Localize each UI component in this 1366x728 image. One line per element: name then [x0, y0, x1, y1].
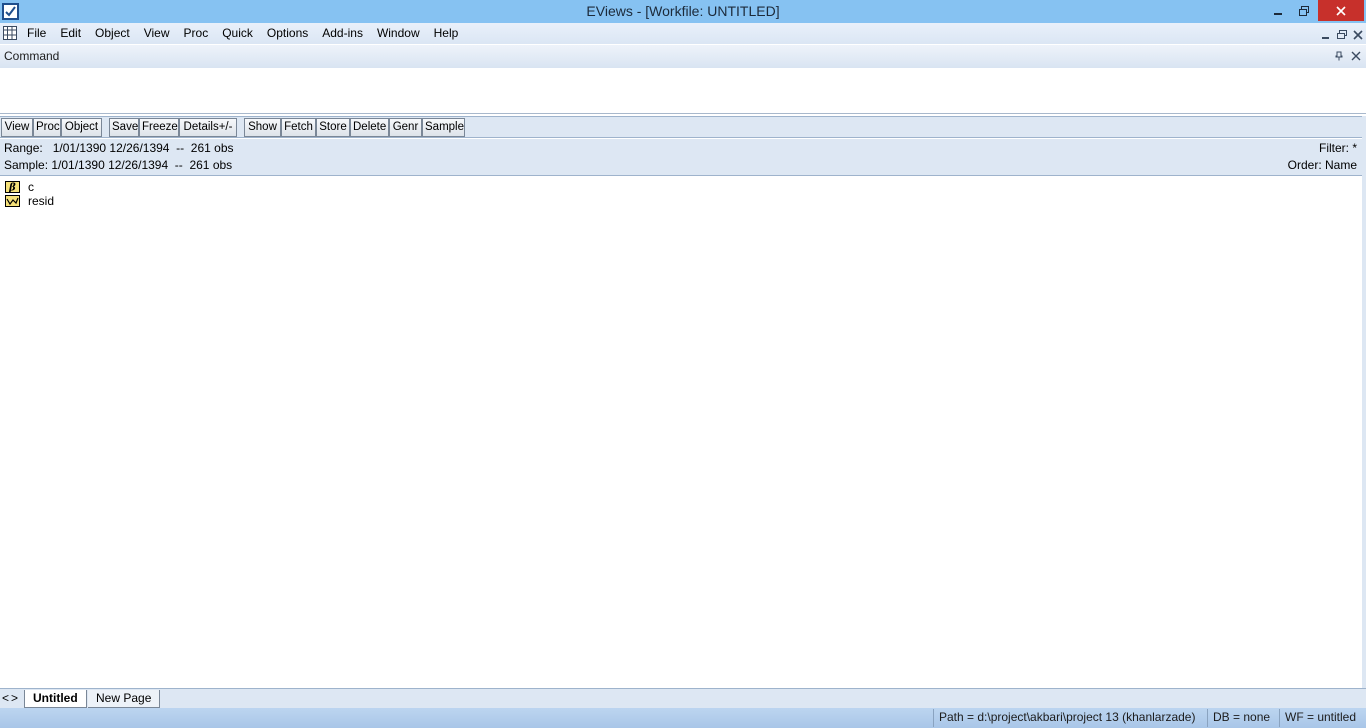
- menu-quick[interactable]: Quick: [215, 23, 260, 44]
- minimize-button[interactable]: [1264, 0, 1292, 21]
- workfile-info: Range: 1/01/1390 12/26/1394 -- 261 obs S…: [0, 139, 1362, 176]
- range-text[interactable]: Range: 1/01/1390 12/26/1394 -- 261 obs: [4, 141, 234, 155]
- close-button[interactable]: [1318, 0, 1364, 21]
- store-button[interactable]: Store: [316, 118, 350, 137]
- object-button[interactable]: Object: [61, 118, 102, 137]
- tab-scroll-arrows[interactable]: <>: [2, 691, 20, 705]
- filter-text[interactable]: Filter: *: [1319, 141, 1357, 155]
- list-item-resid[interactable]: resid: [5, 194, 54, 208]
- menu-help[interactable]: Help: [427, 23, 466, 44]
- details-button[interactable]: Details+/-: [179, 118, 237, 137]
- pin-icon[interactable]: [1334, 51, 1344, 61]
- title-bar: EViews - [Workfile: UNTITLED]: [0, 0, 1366, 23]
- close-icon: [1336, 5, 1346, 16]
- order-text[interactable]: Order: Name: [1288, 158, 1357, 172]
- window-edge: [1362, 116, 1366, 688]
- proc-button[interactable]: Proc: [33, 118, 61, 137]
- child-restore-icon[interactable]: [1336, 29, 1348, 41]
- object-name: resid: [28, 194, 55, 208]
- command-pane-header: Command: [0, 45, 1366, 68]
- status-wf: WF = untitled: [1279, 709, 1361, 727]
- freeze-button[interactable]: Freeze: [139, 118, 179, 137]
- child-minimize-icon[interactable]: [1320, 29, 1332, 41]
- window-title: EViews - [Workfile: UNTITLED]: [586, 3, 780, 19]
- menu-add-ins[interactable]: Add-ins: [315, 23, 370, 44]
- view-button[interactable]: View: [1, 118, 33, 137]
- tab-new-page[interactable]: New Page: [88, 690, 161, 708]
- genr-button[interactable]: Genr: [389, 118, 422, 137]
- restore-button[interactable]: [1290, 0, 1318, 21]
- coefficient-vector-icon: β: [5, 181, 20, 193]
- object-name: c: [28, 180, 34, 194]
- object-list: β c resid: [0, 177, 1362, 687]
- workfile-icon[interactable]: [3, 26, 17, 40]
- menu-bar: File Edit Object View Proc Quick Options…: [0, 23, 1366, 44]
- svg-text:β: β: [8, 183, 16, 194]
- child-close-icon[interactable]: [1352, 29, 1364, 41]
- menu-proc[interactable]: Proc: [177, 23, 216, 44]
- restore-icon: [1299, 5, 1309, 16]
- menu-view[interactable]: View: [137, 23, 177, 44]
- list-item-c[interactable]: β c: [5, 180, 34, 194]
- save-button[interactable]: Save: [109, 118, 139, 137]
- show-button[interactable]: Show: [244, 118, 281, 137]
- series-icon: [5, 195, 20, 207]
- minimize-icon: [1274, 12, 1282, 15]
- page-tabs: <> Untitled New Page: [0, 688, 1366, 708]
- menu-options[interactable]: Options: [260, 23, 315, 44]
- sample-text[interactable]: Sample: 1/01/1390 12/26/1394 -- 261 obs: [4, 158, 232, 172]
- sample-button[interactable]: Sample: [422, 118, 465, 137]
- status-db: DB = none: [1207, 709, 1275, 727]
- status-bar: Path = d:\project\akbari\project 13 (kha…: [0, 708, 1366, 728]
- tab-untitled[interactable]: Untitled: [24, 690, 87, 708]
- menu-window[interactable]: Window: [370, 23, 427, 44]
- menu-object[interactable]: Object: [88, 23, 137, 44]
- menu-edit[interactable]: Edit: [53, 23, 88, 44]
- command-pane-title: Command: [4, 49, 60, 63]
- delete-button[interactable]: Delete: [350, 118, 389, 137]
- status-path: Path = d:\project\akbari\project 13 (kha…: [933, 709, 1200, 727]
- command-close-icon[interactable]: [1351, 51, 1361, 61]
- menu-file[interactable]: File: [20, 23, 53, 44]
- fetch-button[interactable]: Fetch: [281, 118, 316, 137]
- workfile-toolbar: View Proc Object Save Freeze Details+/- …: [0, 116, 1362, 138]
- command-input[interactable]: [0, 68, 1366, 114]
